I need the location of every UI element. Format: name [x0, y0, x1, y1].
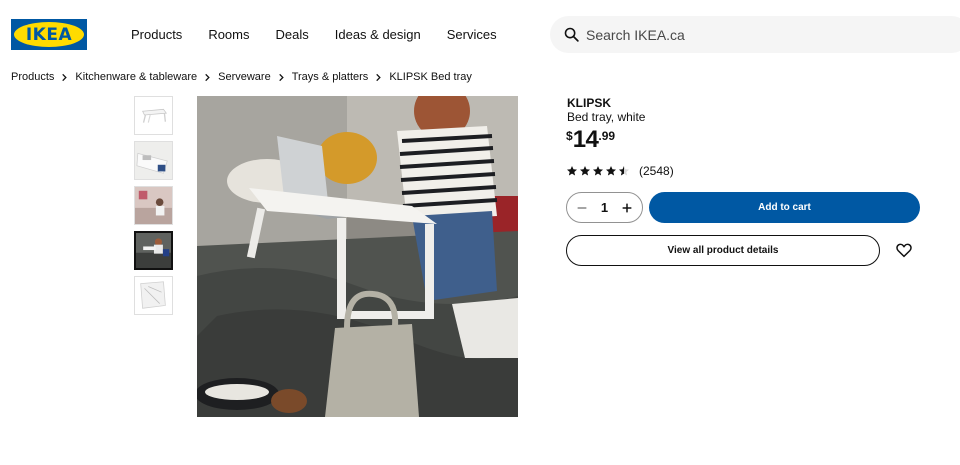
product-rating[interactable]: (2548) [566, 164, 674, 178]
price-currency: $ [566, 129, 573, 143]
breadcrumb: Products Kitchenware & tableware Servewa… [11, 70, 472, 84]
minus-icon[interactable] [575, 201, 589, 215]
product-description: Bed tray, white [567, 110, 646, 124]
lifestyle-scene-thumbnail [136, 233, 171, 268]
star-icon [593, 166, 603, 176]
plus-icon[interactable] [620, 201, 634, 215]
ikea-logo[interactable]: IKEA [11, 19, 87, 50]
nav-item-deals[interactable]: Deals [276, 26, 309, 43]
star-icon [567, 166, 577, 176]
nav-item-services[interactable]: Services [447, 26, 497, 43]
main-product-image[interactable] [197, 96, 518, 417]
product-price: $ 14 .99 [566, 126, 615, 154]
tray-detail-thumbnail [135, 142, 172, 179]
logo-text: IKEA [25, 24, 73, 45]
product-name: KLIPSK [567, 96, 612, 110]
breadcrumb-item-serveware[interactable]: Serveware [218, 70, 271, 84]
nav-item-ideas-design[interactable]: Ideas & design [335, 26, 421, 43]
breadcrumb-item-kitchenware[interactable]: Kitchenware & tableware [75, 70, 197, 84]
quantity-stepper[interactable]: 1 [566, 192, 643, 223]
thumbnail-4-selected[interactable] [134, 231, 173, 270]
search-icon[interactable] [563, 26, 580, 43]
price-integer: 14 [572, 126, 599, 153]
chevron-right-icon [376, 73, 382, 81]
breadcrumb-item-current[interactable]: KLIPSK Bed tray [389, 70, 472, 84]
nav-item-products[interactable]: Products [131, 26, 182, 43]
thumbnail-gallery [134, 96, 173, 321]
thumbnail-5[interactable] [134, 276, 173, 315]
site-header: IKEA Products Rooms Deals Ideas & design… [0, 0, 960, 68]
search-input[interactable] [586, 24, 886, 45]
thumbnail-3[interactable] [134, 186, 173, 225]
search-bar[interactable] [550, 16, 960, 53]
star-icon [606, 166, 616, 176]
price-decimal: .99 [598, 129, 616, 143]
breadcrumb-item-trays[interactable]: Trays & platters [292, 70, 369, 84]
heart-icon[interactable] [895, 241, 913, 259]
assembly-diagram-thumbnail [135, 277, 172, 314]
view-product-details-button[interactable]: View all product details [566, 235, 880, 266]
thumbnail-1[interactable] [134, 96, 173, 135]
room-scene-thumbnail [135, 187, 172, 224]
main-nav: Products Rooms Deals Ideas & design Serv… [131, 26, 523, 43]
add-to-cart-button[interactable]: Add to cart [649, 192, 920, 223]
logo-oval: IKEA [14, 22, 84, 47]
quantity-value[interactable]: 1 [601, 200, 608, 215]
lifestyle-photo-illustration [197, 96, 518, 417]
breadcrumb-item-products[interactable]: Products [11, 70, 54, 84]
bed-tray-product-thumbnail [135, 97, 172, 134]
nav-item-rooms[interactable]: Rooms [208, 26, 249, 43]
chevron-right-icon [62, 73, 68, 81]
chevron-right-icon [278, 73, 284, 81]
thumbnail-2[interactable] [134, 141, 173, 180]
chevron-right-icon [205, 73, 210, 81]
review-count[interactable]: (2548) [639, 164, 674, 178]
star-icon [580, 166, 590, 176]
half-star-icon [619, 166, 629, 176]
